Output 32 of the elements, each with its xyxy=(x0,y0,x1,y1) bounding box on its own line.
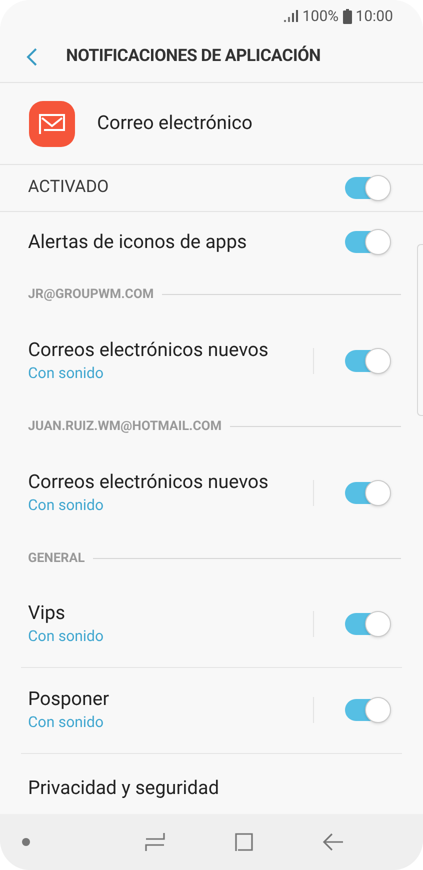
toggle-switch[interactable] xyxy=(345,480,391,506)
setting-label: Correos electrónicos nuevos xyxy=(28,470,268,494)
section-header: JR@GROUPWM.COM xyxy=(28,286,154,304)
section-header: JUAN.RUIZ.WM@HOTMAIL.COM xyxy=(28,418,222,436)
setting-status: Con sonido xyxy=(28,712,105,734)
setting-label: Posponer xyxy=(28,687,110,712)
setting-label: ACTIVADO xyxy=(28,176,109,200)
setting-label: Privacidad y seguridad xyxy=(28,776,220,799)
back-icon xyxy=(25,47,39,67)
home-icon[interactable] xyxy=(234,832,254,852)
setting-status: Con sonido xyxy=(28,626,104,648)
setting-status: Con sonido xyxy=(28,494,105,516)
signal-icon xyxy=(284,10,298,22)
back-icon[interactable] xyxy=(323,833,343,851)
battery-icon xyxy=(342,8,352,24)
toggle-switch[interactable] xyxy=(345,228,391,255)
recent-apps-icon[interactable] xyxy=(145,832,165,852)
app-name: Correo electrónico xyxy=(97,110,252,136)
dot-icon[interactable] xyxy=(22,838,30,846)
setting-label: Vips xyxy=(28,601,66,626)
battery-percentage: 100% xyxy=(302,6,339,27)
toggle-switch[interactable] xyxy=(345,611,391,638)
toggle-switch[interactable] xyxy=(345,697,391,724)
page-title: NOTIFICACIONES DE APLICACIÓN xyxy=(66,44,321,68)
mail-app-icon xyxy=(29,100,75,146)
setting-label: Alertas de iconos de apps xyxy=(28,228,247,255)
setting-label: Correos electrónicos nuevos xyxy=(28,338,268,362)
section-header: GENERAL xyxy=(28,550,85,568)
toggle-switch[interactable] xyxy=(345,348,391,374)
toggle-switch[interactable] xyxy=(345,175,391,202)
setting-status: Con sonido xyxy=(28,362,105,384)
clock-time: 10:00 xyxy=(356,6,393,27)
